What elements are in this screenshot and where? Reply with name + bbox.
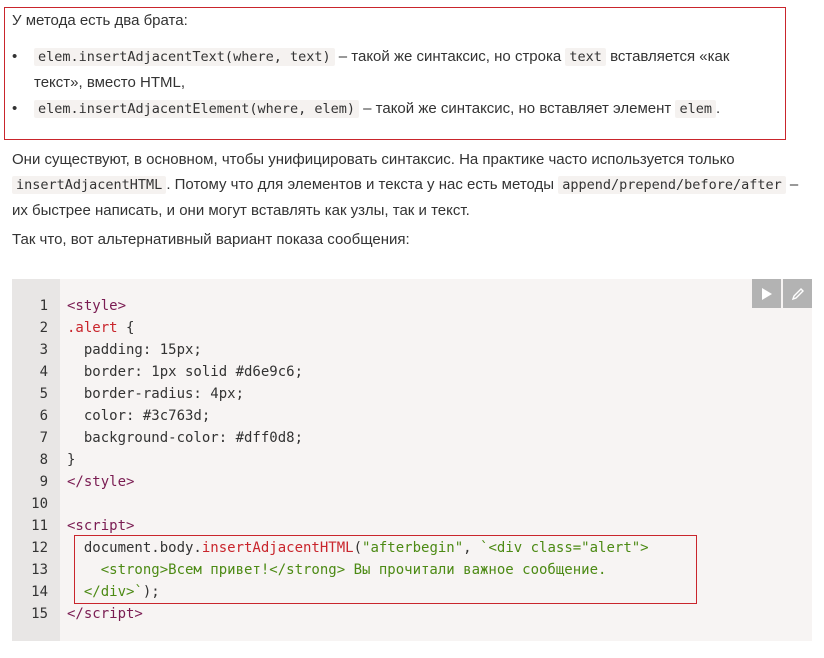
run-button[interactable] [752, 279, 781, 308]
paragraph: Они существуют, в основном, чтобы унифиц… [12, 151, 799, 219]
inline-code: append/prepend/before/after [558, 176, 786, 194]
list-item: elem.insertAdjacentText(where, text) – т… [12, 44, 780, 96]
intro-text: У метода есть два брата: [12, 12, 188, 29]
list-item: elem.insertAdjacentElement(where, elem) … [12, 96, 780, 122]
paragraph: Так что, вот альтернативный вариант пока… [12, 231, 410, 248]
line-number: 10 [31, 496, 48, 512]
inline-code: elem.insertAdjacentText(where, text) [34, 48, 335, 66]
line-number: 2 [39, 320, 48, 336]
play-icon [761, 287, 772, 300]
line-number: 12 [31, 540, 48, 556]
code-highlight-frame [74, 535, 697, 604]
line-number: 1 [39, 298, 48, 314]
line-number: 4 [39, 364, 48, 380]
line-number: 13 [31, 562, 48, 578]
line-number: 11 [31, 518, 48, 534]
line-number: 5 [39, 386, 48, 402]
line-number: 14 [31, 584, 48, 600]
line-numbers: 1 2 3 4 5 6 7 8 9 10 11 12 13 14 15 [12, 295, 48, 625]
edit-button[interactable] [783, 279, 812, 308]
inline-code: insertAdjacentHTML [12, 176, 167, 194]
line-number: 15 [31, 606, 48, 622]
line-number: 8 [39, 452, 48, 468]
pencil-icon [791, 287, 804, 300]
methods-list: elem.insertAdjacentText(where, text) – т… [12, 44, 780, 122]
inline-code: text [565, 48, 606, 66]
inline-code: elem [675, 100, 716, 118]
line-number: 9 [39, 474, 48, 490]
code-toolbar [752, 279, 812, 308]
line-number: 6 [39, 408, 48, 424]
line-number: 3 [39, 342, 48, 358]
inline-code: elem.insertAdjacentElement(where, elem) [34, 100, 359, 118]
line-number: 7 [39, 430, 48, 446]
